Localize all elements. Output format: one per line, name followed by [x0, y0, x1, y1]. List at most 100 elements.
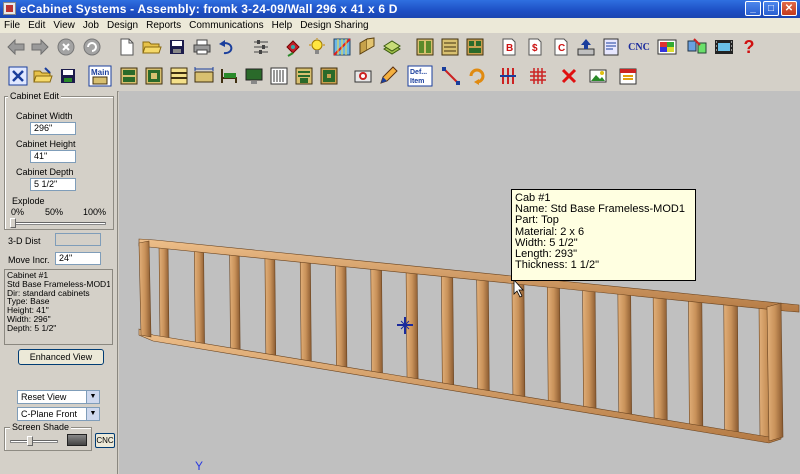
sliders-icon[interactable]	[268, 65, 290, 87]
stud[interactable]	[582, 285, 597, 411]
cabinet-list-icon[interactable]	[439, 36, 461, 58]
stud[interactable]	[511, 278, 526, 399]
calendar-icon[interactable]	[617, 65, 639, 87]
panel-icon[interactable]	[356, 36, 378, 58]
close-x-icon[interactable]	[7, 65, 29, 87]
photo-icon[interactable]	[587, 65, 609, 87]
color-swatch-icon[interactable]	[656, 36, 678, 58]
rotate-icon[interactable]	[466, 65, 488, 87]
close-button[interactable]: ✕	[781, 1, 797, 16]
menu-communications[interactable]: Communications	[185, 18, 267, 32]
right-end-stud[interactable]	[766, 302, 784, 442]
cabinet-icon[interactable]	[414, 36, 436, 58]
cabinet-door-icon[interactable]	[318, 65, 340, 87]
forward-arrow-icon[interactable]	[29, 36, 51, 58]
explode-slider-thumb[interactable]	[10, 218, 16, 228]
print-icon[interactable]	[191, 36, 213, 58]
share-icon[interactable]	[686, 36, 708, 58]
delete-x-icon[interactable]	[558, 65, 580, 87]
maximize-button[interactable]: □	[763, 1, 779, 16]
3d-viewport[interactable]: Y Cab #1 Name: Std Base Frameless-MOD1 P…	[119, 91, 800, 474]
stack-icon[interactable]	[381, 36, 403, 58]
save-disk-icon[interactable]	[57, 65, 79, 87]
upload-icon[interactable]	[575, 36, 597, 58]
menu-help[interactable]: Help	[268, 18, 297, 32]
menu-job[interactable]: Job	[79, 18, 103, 32]
stud[interactable]	[617, 288, 632, 417]
view-select[interactable]: Reset View ▼	[17, 390, 100, 404]
cabinet-grid-icon[interactable]	[464, 36, 486, 58]
dist-field[interactable]	[55, 233, 101, 246]
menu-design-sharing[interactable]: Design Sharing	[296, 18, 372, 32]
film-icon[interactable]	[713, 36, 735, 58]
stud[interactable]	[652, 292, 668, 422]
svg-text:Item: Item	[410, 78, 424, 85]
stud[interactable]	[264, 254, 277, 359]
explode-slider[interactable]	[10, 222, 106, 225]
chevron-down-icon[interactable]: ▼	[86, 391, 99, 403]
main-icon[interactable]: Main	[88, 65, 112, 87]
menu-reports[interactable]: Reports	[142, 18, 185, 32]
screen-shade-thumb[interactable]	[26, 436, 33, 446]
report-b-icon[interactable]: B	[498, 36, 520, 58]
camera-icon[interactable]	[352, 65, 374, 87]
new-document-icon[interactable]	[116, 36, 138, 58]
shelves-icon[interactable]	[168, 65, 190, 87]
cnc-icon[interactable]: CNC	[626, 36, 652, 58]
screen-shade-slider[interactable]	[10, 440, 58, 443]
menu-view[interactable]: View	[49, 18, 79, 32]
move-incr-field[interactable]: 24"	[55, 252, 101, 265]
cabinet-width-field[interactable]: 296"	[30, 122, 76, 135]
stud[interactable]	[370, 264, 383, 376]
stud[interactable]	[688, 295, 704, 428]
save-disk-icon[interactable]	[166, 36, 188, 58]
stud[interactable]	[546, 281, 561, 405]
default-item-icon[interactable]: Def... Item	[407, 65, 433, 87]
settings-sliders-icon[interactable]	[250, 36, 272, 58]
refresh-icon[interactable]	[81, 36, 103, 58]
stud[interactable]	[723, 299, 739, 434]
chevron-down-icon[interactable]: ▼	[86, 408, 99, 420]
stud[interactable]	[193, 247, 205, 348]
stud[interactable]	[299, 257, 312, 365]
reports-icon[interactable]	[600, 36, 622, 58]
minimize-button[interactable]: _	[745, 1, 761, 16]
cnc-button[interactable]: CNC	[95, 433, 115, 448]
pushpin-icon[interactable]	[282, 36, 304, 58]
report-c-icon[interactable]: C	[550, 36, 572, 58]
left-end-stud[interactable]	[138, 240, 152, 338]
grid-icon[interactable]	[527, 65, 549, 87]
cabinet-depth-field[interactable]: 5 1/2"	[30, 178, 76, 191]
report-dollar-icon[interactable]: $	[524, 36, 546, 58]
open-folder-icon[interactable]	[141, 36, 163, 58]
menu-design[interactable]: Design	[103, 18, 142, 32]
stud[interactable]	[335, 261, 348, 371]
edit-grid-icon[interactable]	[331, 36, 353, 58]
stud[interactable]	[229, 250, 241, 354]
app-icon[interactable]	[3, 2, 16, 15]
stud[interactable]	[441, 271, 455, 388]
plane-select[interactable]: C-Plane Front ▼	[17, 407, 100, 421]
stud[interactable]	[158, 243, 170, 342]
menu-edit[interactable]: Edit	[24, 18, 49, 32]
cabinet-front2-icon[interactable]	[143, 65, 165, 87]
bed-icon[interactable]	[218, 65, 240, 87]
stud[interactable]	[476, 274, 490, 394]
enhanced-view-button[interactable]: Enhanced View	[18, 349, 104, 365]
wall-frame-render[interactable]: Y	[119, 91, 800, 474]
menu-file[interactable]: File	[0, 18, 24, 32]
stop-icon[interactable]	[55, 36, 77, 58]
back-arrow-icon[interactable]	[5, 36, 27, 58]
dimension-icon[interactable]	[193, 65, 215, 87]
undo-icon[interactable]	[216, 36, 238, 58]
cabinet-open-icon[interactable]	[293, 65, 315, 87]
help-icon[interactable]: ?	[738, 36, 760, 58]
cabinet-front-icon[interactable]	[118, 65, 140, 87]
line-tool-icon[interactable]	[440, 65, 462, 87]
open-folder-icon[interactable]	[32, 65, 54, 87]
vertical-bars-icon[interactable]	[497, 65, 519, 87]
cabinet-height-field[interactable]: 41"	[30, 150, 76, 163]
monitor-icon[interactable]	[243, 65, 265, 87]
light-bulb-icon[interactable]	[306, 36, 328, 58]
pencil-icon[interactable]	[377, 65, 399, 87]
